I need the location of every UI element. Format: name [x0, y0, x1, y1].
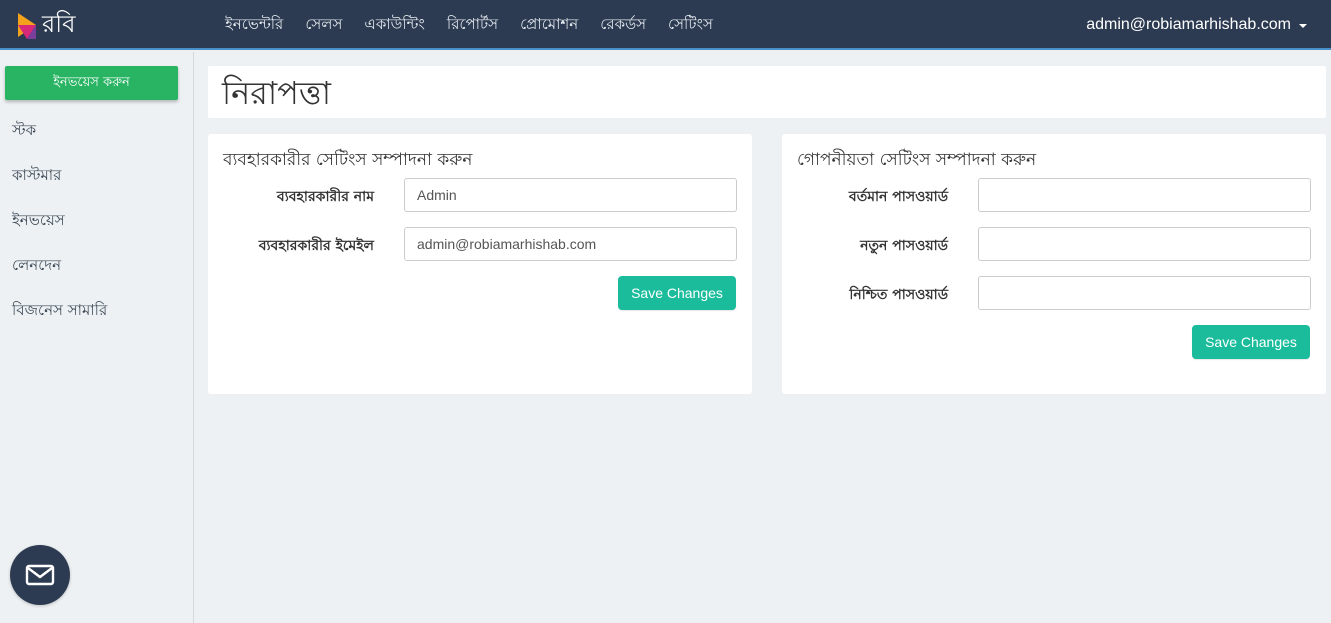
top-navbar: রবি ইনভেন্টরি সেলস একাউন্টিং রিপোর্টস প্… — [0, 0, 1331, 50]
page-title: নিরাপত্তা — [222, 74, 332, 112]
save-privacy-settings-button[interactable]: Save Changes — [1192, 325, 1310, 359]
save-user-settings-button[interactable]: Save Changes — [618, 276, 736, 310]
caret-down-icon — [1299, 24, 1307, 28]
user-settings-card: ব্যবহারকারীর সেটিংস সম্পাদনা করুন ব্যবহা… — [208, 134, 752, 394]
username-field[interactable] — [404, 178, 737, 212]
main-menu: ইনভেন্টরি সেলস একাউন্টিং রিপোর্টস প্রোমো… — [214, 0, 724, 50]
nav-item-records[interactable]: রেকর্ডস — [589, 13, 657, 38]
confirm-password-label: নিশ্চিত পাসওয়ার্ড — [849, 287, 948, 303]
current-password-field[interactable] — [978, 178, 1311, 212]
sidebar: ইনভয়েস করুন স্টক কাস্টমার ইনভয়েস লেনদে… — [0, 52, 194, 623]
current-password-label: বর্তমান পাসওয়ার্ড — [848, 189, 948, 205]
sidebar-item-stock[interactable]: স্টক — [0, 108, 193, 153]
user-email: admin@robiamarhishab.com — [1086, 16, 1291, 33]
sidebar-item-transactions[interactable]: লেনদেন — [0, 243, 193, 288]
sidebar-item-invoice[interactable]: ইনভয়েস — [0, 198, 193, 243]
new-password-field[interactable] — [978, 227, 1311, 261]
user-email-label: ব্যবহারকারীর ইমেইল — [258, 238, 374, 254]
sidebar-item-business-summary[interactable]: বিজনেস সামারি — [0, 288, 193, 333]
brand-name: রবি — [42, 10, 76, 38]
username-label: ব্যবহারকারীর নাম — [276, 189, 374, 205]
mail-button[interactable] — [10, 545, 70, 605]
nav-item-inventory[interactable]: ইনভেন্টরি — [214, 13, 294, 38]
user-settings-title: ব্যবহারকারীর সেটিংস সম্পাদনা করুন — [223, 150, 473, 170]
nav-item-promotion[interactable]: প্রোমোশন — [509, 13, 589, 38]
sidebar-item-customer[interactable]: কাস্টমার — [0, 153, 193, 198]
brand-logo[interactable]: রবি — [16, 10, 75, 42]
nav-item-accounting[interactable]: একাউন্টিং — [353, 13, 436, 38]
privacy-settings-card: গোপনীয়তা সেটিংস সম্পাদনা করুন বর্তমান প… — [782, 134, 1326, 394]
mail-icon — [25, 564, 55, 586]
nav-item-sales[interactable]: সেলস — [294, 13, 353, 38]
user-menu[interactable]: admin@robiamarhishab.com — [1086, 0, 1307, 50]
nav-item-settings[interactable]: সেটিংস — [657, 13, 724, 38]
sidebar-menu: স্টক কাস্টমার ইনভয়েস লেনদেন বিজনেস সামা… — [0, 108, 193, 333]
page-header: নিরাপত্তা — [208, 66, 1326, 118]
privacy-settings-title: গোপনীয়তা সেটিংস সম্পাদনা করুন — [797, 150, 1037, 170]
create-invoice-button[interactable]: ইনভয়েস করুন — [5, 66, 178, 100]
robi-logo-icon — [18, 13, 36, 39]
new-password-label: নতুন পাসওয়ার্ড — [860, 238, 948, 254]
nav-item-reports[interactable]: রিপোর্টস — [436, 13, 509, 38]
user-email-field[interactable] — [404, 227, 737, 261]
confirm-password-field[interactable] — [978, 276, 1311, 310]
